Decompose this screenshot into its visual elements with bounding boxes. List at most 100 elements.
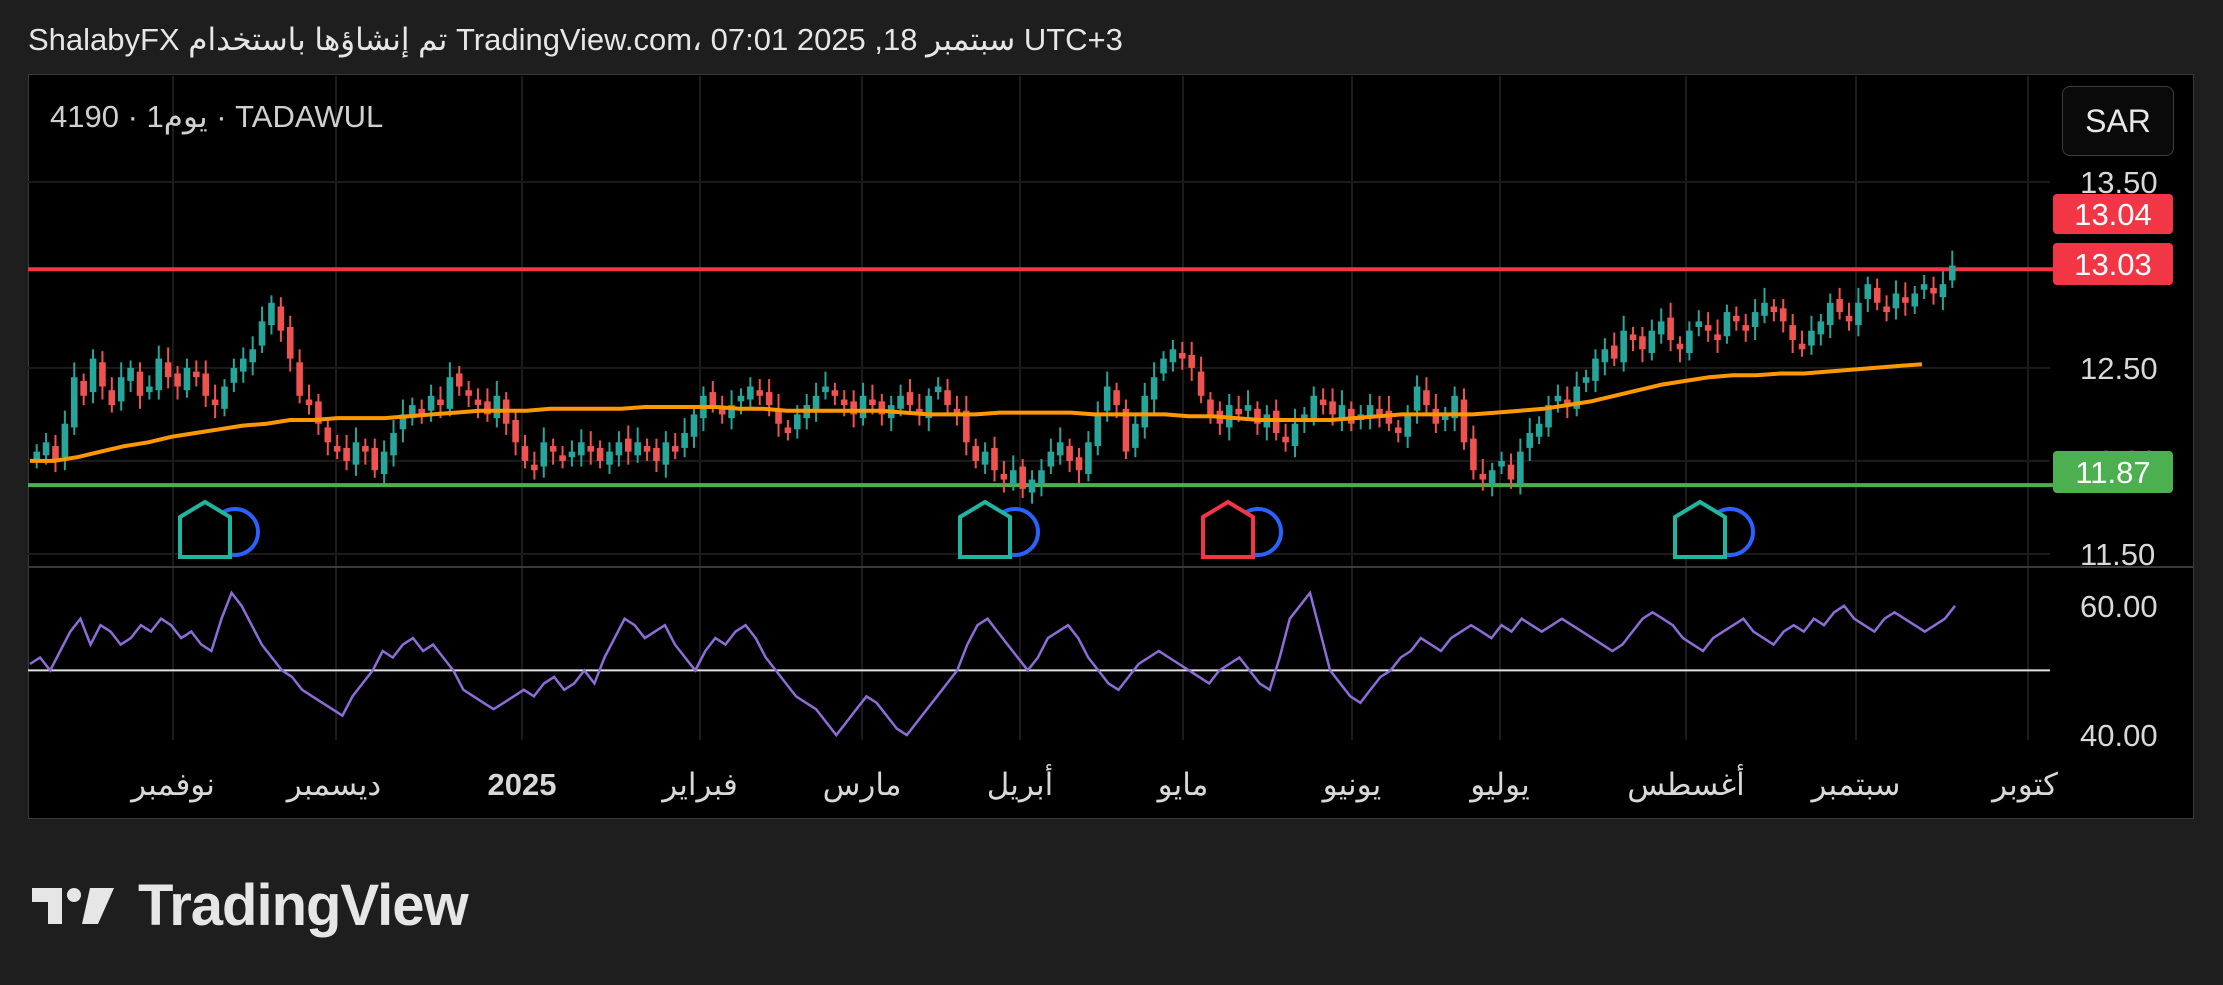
candle-body <box>1920 284 1928 290</box>
candle-body <box>239 358 247 372</box>
candle-body <box>1789 325 1796 340</box>
candle-body <box>1554 395 1562 402</box>
x-axis-tick: مارس <box>823 767 902 803</box>
candle-body <box>1207 399 1214 415</box>
candle-body <box>1141 395 1149 428</box>
candle-body <box>1329 401 1336 415</box>
candle-body <box>1676 343 1684 350</box>
candle-body <box>108 390 116 406</box>
candle-body <box>1169 349 1177 363</box>
candle-body <box>944 390 951 406</box>
candle-body <box>1855 302 1862 326</box>
candle-body <box>1761 302 1768 316</box>
price-label: 11.87 <box>2075 455 2150 490</box>
candle-body <box>1883 306 1890 313</box>
candle-body <box>99 362 106 387</box>
candle-body <box>1751 312 1759 327</box>
candle-body <box>1798 343 1806 350</box>
candle-body <box>747 386 754 400</box>
candle-body <box>1179 353 1186 359</box>
candle-body <box>794 414 801 430</box>
candle-body <box>1507 464 1515 480</box>
candle-body <box>512 420 519 443</box>
price-label: 13.03 <box>2074 247 2152 282</box>
candle-body <box>258 321 266 346</box>
x-axis-tick: كتوبر <box>1990 767 2058 803</box>
candle-body <box>1103 386 1111 411</box>
candle-body <box>1394 427 1402 434</box>
candle-body <box>333 446 341 452</box>
candle-body <box>390 433 397 456</box>
tradingview-logo-icon <box>32 887 114 924</box>
candle-body <box>305 399 313 406</box>
candle-body <box>756 390 764 396</box>
candle-body <box>1704 325 1712 331</box>
candle-body <box>1770 306 1778 313</box>
x-axis-tick: يوليو <box>1468 767 1529 803</box>
candle-body <box>1132 423 1139 448</box>
candle-body <box>193 371 200 378</box>
candle-body <box>1498 460 1505 467</box>
x-axis-tick: يونيو <box>1321 767 1382 803</box>
candle-body <box>455 373 463 387</box>
candle-body <box>624 438 632 452</box>
candle-body <box>230 367 238 383</box>
rsi-axis-tick: 40.00 <box>2080 718 2158 753</box>
x-axis-tick: نوفمبر <box>129 767 215 803</box>
candle-body <box>117 377 125 402</box>
candle-body <box>1291 423 1299 447</box>
candle-body <box>277 306 285 331</box>
candle-body <box>437 399 444 406</box>
price-axis-tick: 12.50 <box>2080 351 2158 386</box>
candle-body <box>1629 334 1637 340</box>
earnings-marker-icon <box>958 499 1012 559</box>
candle-body <box>784 427 792 434</box>
candle-body <box>1657 321 1665 335</box>
candle-body <box>1714 334 1721 340</box>
candle-body <box>1028 479 1036 493</box>
candle-body <box>991 447 998 471</box>
candle-body <box>1075 457 1083 471</box>
candle-body <box>1779 308 1787 322</box>
candle-body <box>1150 377 1158 400</box>
symbol-label: 4190 · يوم1 · TADAWUL <box>50 99 384 134</box>
candle-body <box>371 447 379 471</box>
candle-body <box>840 399 848 406</box>
candle-body <box>1526 433 1534 448</box>
candle-body <box>1423 390 1430 406</box>
candle-body <box>249 349 256 363</box>
currency-button[interactable]: SAR <box>2062 86 2174 156</box>
x-axis-tick: مايو <box>1156 767 1209 803</box>
candle-body <box>972 446 980 461</box>
candle-body <box>427 395 435 411</box>
candle-body <box>1085 442 1092 474</box>
candle-body <box>465 390 472 396</box>
price-axis-tick: 11.50 <box>2080 537 2155 572</box>
candle-body <box>1836 299 1843 313</box>
candle-body <box>183 367 191 391</box>
candle-body <box>343 447 350 461</box>
candle-body <box>765 392 773 406</box>
candle-body <box>1949 265 1956 281</box>
candle-body <box>587 446 595 452</box>
candle-body <box>324 427 332 443</box>
candle-body <box>1197 371 1205 396</box>
candle-body <box>1695 321 1703 327</box>
candle-body <box>474 399 482 406</box>
candle-body <box>1488 470 1496 484</box>
candle-body <box>578 442 585 456</box>
candle-body <box>1930 287 1937 294</box>
x-axis-tick: فبراير <box>660 767 738 803</box>
x-axis-tick: ديسمبر <box>285 767 381 803</box>
candle-body <box>709 392 717 406</box>
candle-body <box>718 408 726 415</box>
candle-body <box>211 399 219 406</box>
candle-body <box>80 380 87 396</box>
candle-body <box>1892 293 1900 309</box>
candle-body <box>596 447 604 461</box>
candle-body <box>662 442 670 465</box>
candle-body <box>1470 438 1477 471</box>
candle-body <box>146 386 153 393</box>
candle-body <box>61 423 69 458</box>
candle-body <box>1009 470 1017 484</box>
